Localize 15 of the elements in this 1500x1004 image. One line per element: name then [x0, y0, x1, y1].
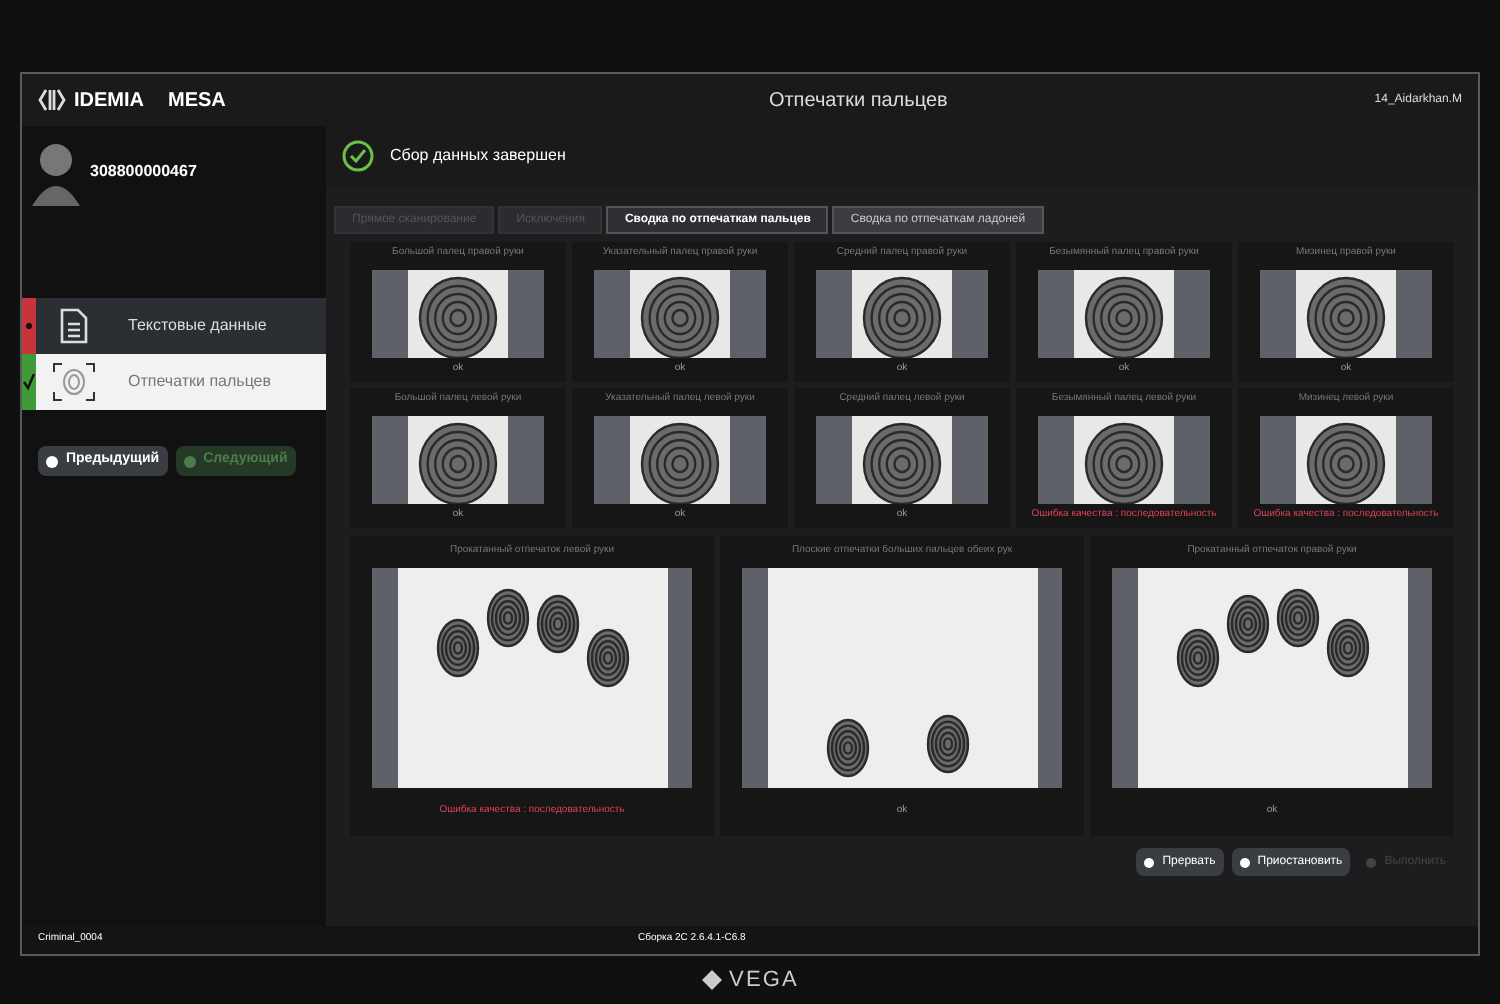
sidebar-item-label: Отпечатки пальцев	[128, 370, 272, 394]
monitor-brand: VEGA	[729, 965, 799, 996]
subject-id: 308800000467	[90, 160, 197, 184]
fingerprint-scan-icon	[52, 362, 96, 402]
sidebar-item-label: Текстовые данные	[128, 314, 267, 338]
sidebar-item[interactable]: Отпечатки пальцев	[22, 354, 326, 410]
status-message: Сбор данных завершен	[390, 144, 566, 168]
document-icon	[60, 308, 88, 344]
product-name: MESA	[168, 87, 226, 115]
window-title: Отпечатки пальцев	[766, 87, 950, 115]
logo-icon	[38, 88, 66, 112]
avatar-silhouette-icon	[30, 138, 82, 206]
company-logo-text: IDEMIA	[74, 87, 144, 115]
monitor-logo-icon	[701, 970, 722, 990]
sidebar-item[interactable]: Текстовые данные	[22, 298, 326, 354]
